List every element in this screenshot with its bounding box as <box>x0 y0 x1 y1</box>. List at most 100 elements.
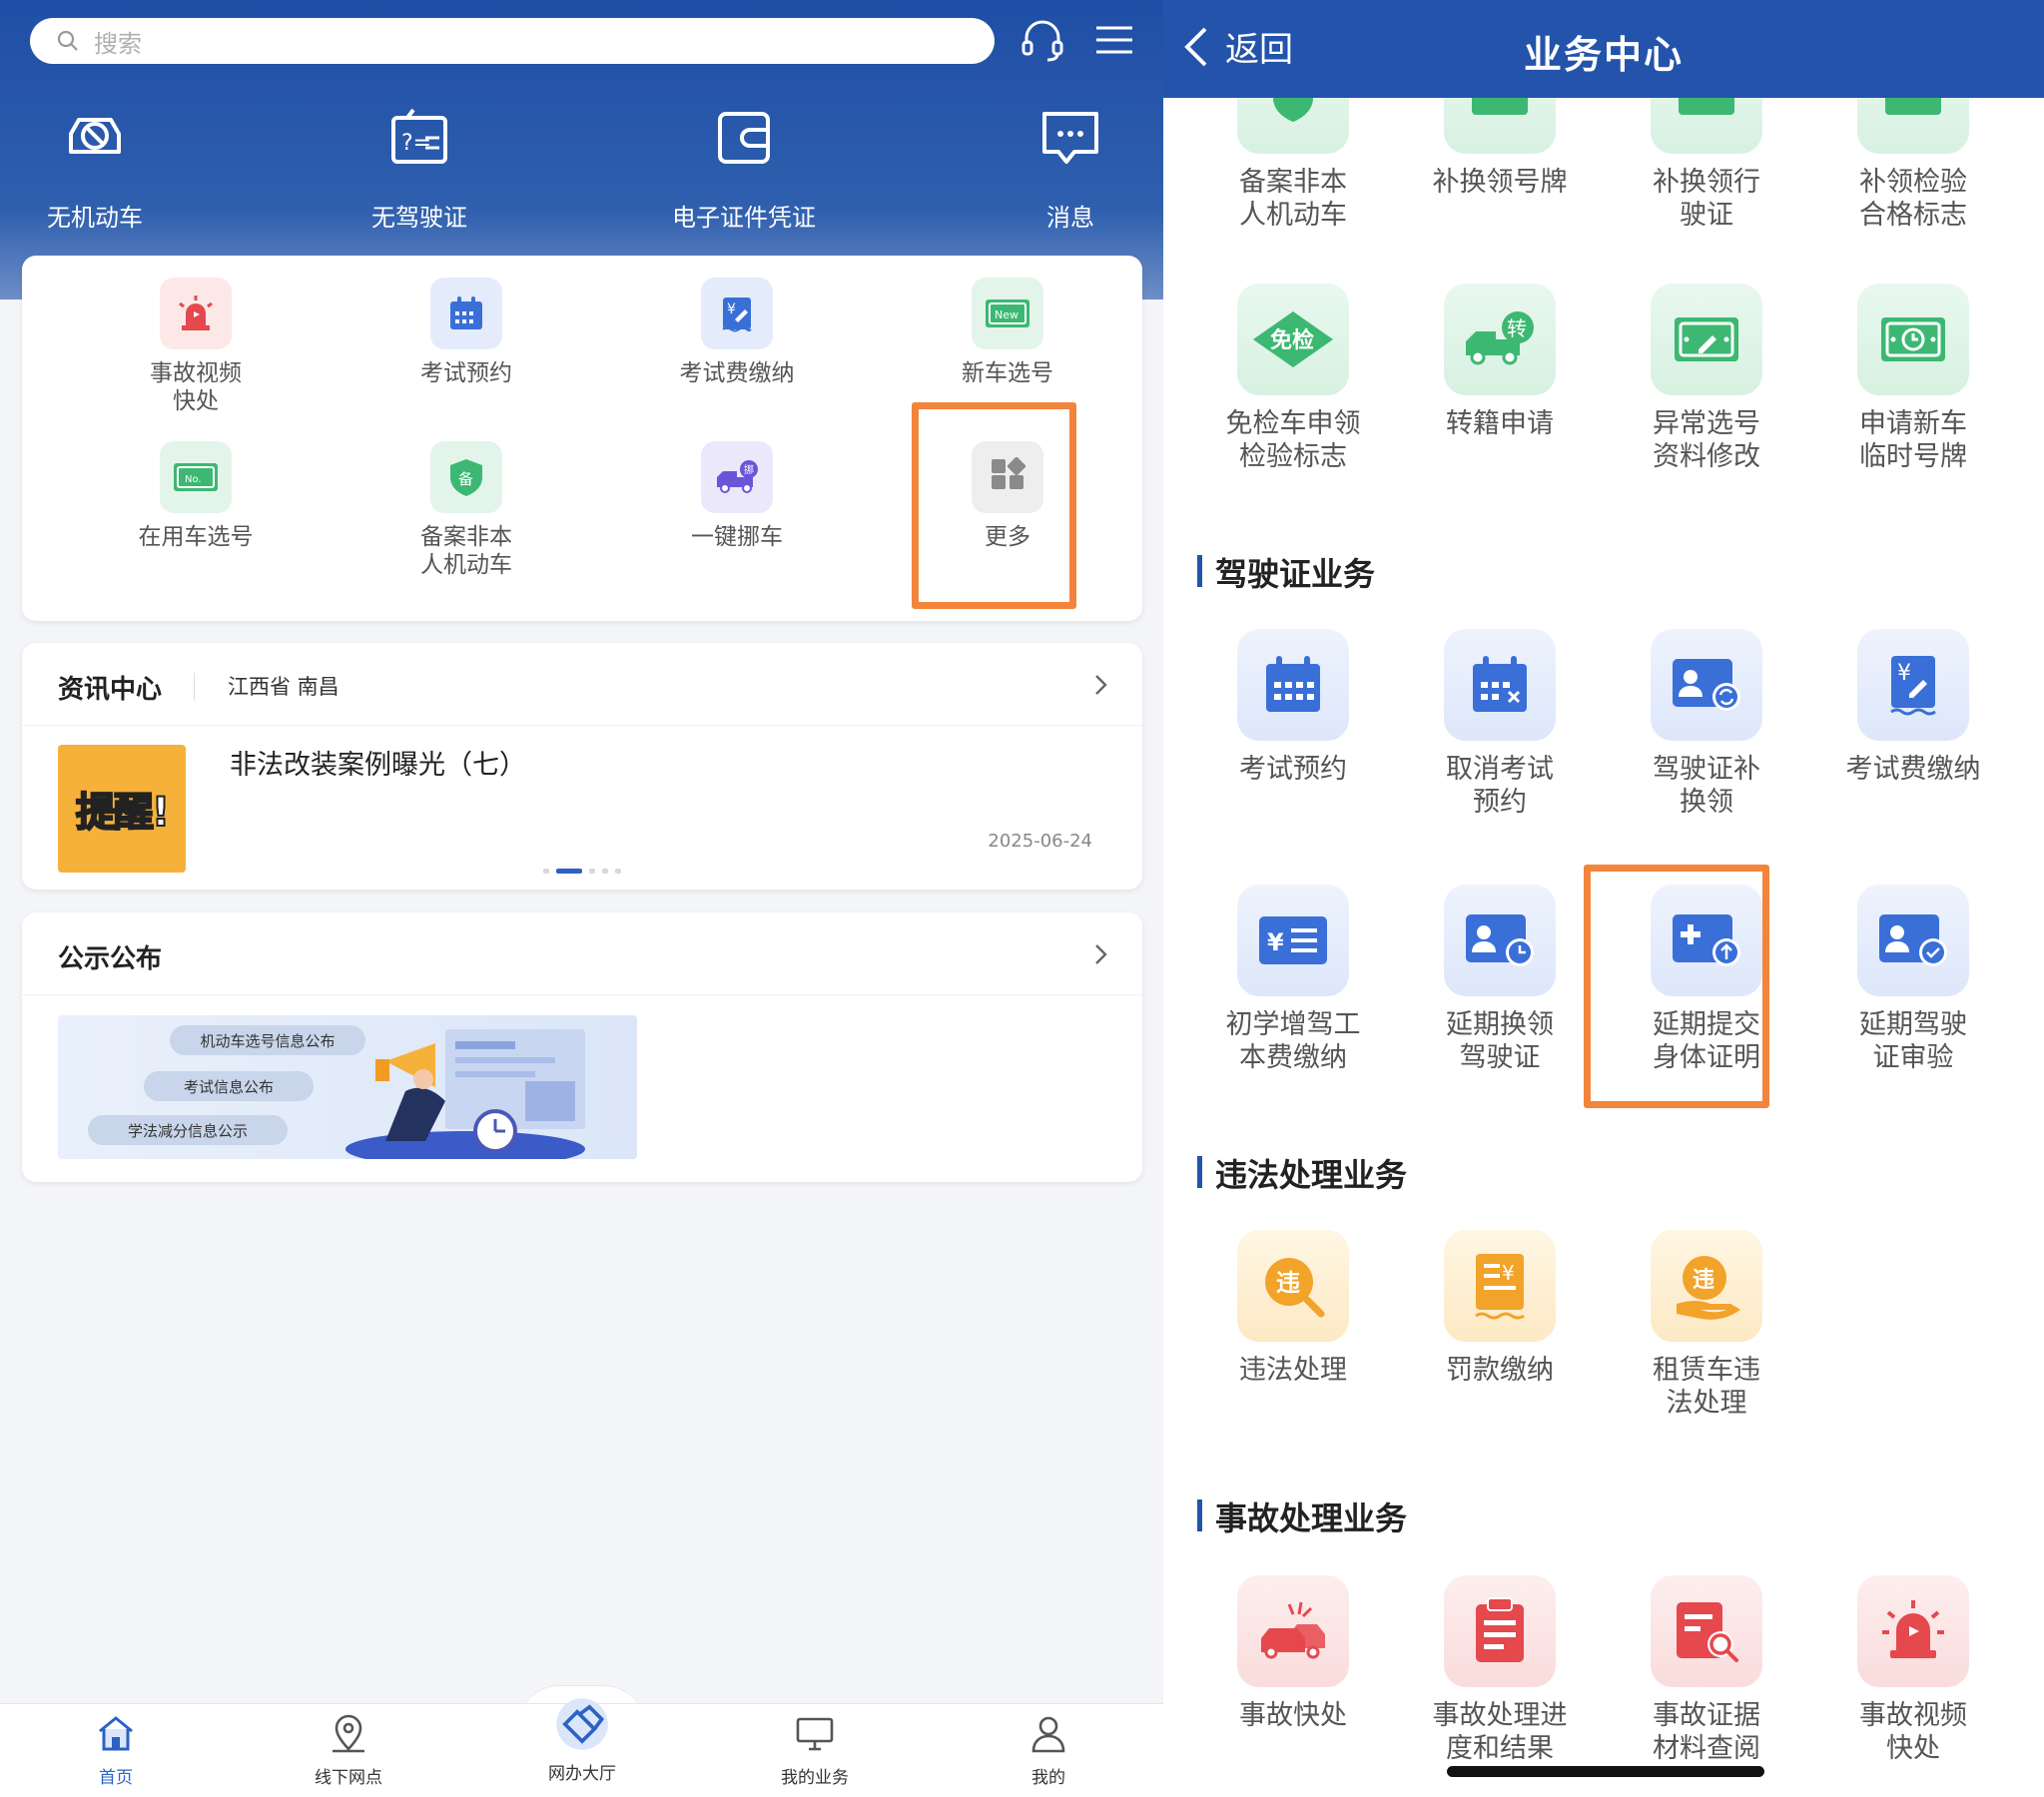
divider <box>22 725 1142 726</box>
quick-label: 无机动车 <box>47 204 143 232</box>
license-off-icon: ?= <box>391 108 447 164</box>
chevron-right-icon[interactable] <box>1088 673 1112 697</box>
calendar-icon <box>1237 629 1349 741</box>
svg-text:No.: No. <box>185 474 202 485</box>
clipboard-icon <box>1444 1575 1556 1687</box>
quick-label: 无驾驶证 <box>371 204 467 232</box>
monitor-icon <box>796 1717 834 1751</box>
service-delay-license-review[interactable]: 延期驾驶 证审验 <box>1813 885 2013 1074</box>
calendar-cancel-icon <box>1444 629 1556 741</box>
service-exam-fee[interactable]: ¥ 考试费缴纳 <box>1813 629 2013 786</box>
nav-label: 首页 <box>99 1768 133 1788</box>
svg-text:¥: ¥ <box>1267 928 1284 956</box>
service-learner-fee[interactable]: ¥ 初学增驾工 本费缴纳 <box>1193 885 1393 1074</box>
news-thumbnail[interactable]: 提醒! <box>58 745 186 873</box>
service-accident-progress[interactable]: 事故处理进 度和结果 <box>1400 1575 1600 1765</box>
home-icon <box>99 1716 133 1751</box>
grid-new-car-plate[interactable]: New 新车选号 <box>898 278 1117 387</box>
page-title: 业务中心 <box>1523 33 1684 77</box>
chevron-right-icon[interactable] <box>1088 942 1112 966</box>
business-center-screen: 返回 业务中心 备案非本 人机动车 补换领号牌 补换领行 驶证 补领检验 合格标… <box>1163 0 2044 1797</box>
quick-label: 消息 <box>1046 204 1094 232</box>
fine-receipt-icon: ¥ <box>1444 1230 1556 1342</box>
notice-card[interactable]: 公示公布 机动车选号信息公布 考试信息公布 学法减分信息公示 <box>22 912 1142 1182</box>
grid-label: 备案非本 人机动车 <box>420 524 512 578</box>
menu-icon[interactable] <box>1088 14 1140 66</box>
grid-label: 考试费缴纳 <box>679 360 795 386</box>
news-center-card[interactable]: 资讯中心 江西省 南昌 提醒! 非法改装案例曝光（七） 2025-06-24 <box>22 643 1142 890</box>
nav-mine[interactable]: 我的 <box>979 1711 1118 1788</box>
shield-icon: 备 <box>430 441 502 513</box>
alarm-icon <box>160 278 232 349</box>
nav-label: 线下网点 <box>315 1768 382 1788</box>
svg-text:¥: ¥ <box>727 301 736 317</box>
quick-e-certificate[interactable]: 电子证件凭证 <box>634 100 854 233</box>
service-rental-violation[interactable]: 违 租赁车违 法处理 <box>1607 1230 1806 1420</box>
svg-text:转: 转 <box>1507 316 1527 340</box>
grid-exam-booking[interactable]: 考试预约 <box>356 278 576 387</box>
grid-register-vehicle[interactable]: 备 备案非本 人机动车 <box>356 441 576 579</box>
svg-text:挪: 挪 <box>744 463 754 476</box>
service-cancel-exam-booking[interactable]: 取消考试 预约 <box>1400 629 1600 819</box>
fee-icon: ¥ <box>701 278 773 349</box>
service-renew-license[interactable]: 延期换领 驾驶证 <box>1400 885 1600 1074</box>
notice-pill: 学法减分信息公示 <box>88 1115 288 1145</box>
service-exam-booking[interactable]: 考试预约 <box>1193 629 1393 786</box>
notice-banner[interactable]: 机动车选号信息公布 考试信息公布 学法减分信息公示 <box>58 1015 637 1159</box>
transfer-truck-icon: 转 <box>1444 284 1556 395</box>
tow-truck-icon: 挪 <box>701 441 773 513</box>
notice-title: 公示公布 <box>58 944 163 974</box>
nav-home[interactable]: 首页 <box>46 1711 186 1788</box>
news-date: 2025-06-24 <box>988 831 1092 852</box>
quick-no-license[interactable]: ?= 无驾驶证 <box>310 100 529 233</box>
nav-my-business[interactable]: 我的业务 <box>745 1711 885 1788</box>
business-center-header: 返回 业务中心 <box>1163 0 2044 98</box>
grid-used-car-plate[interactable]: No. 在用车选号 <box>86 441 306 551</box>
message-icon <box>1042 112 1098 164</box>
announcement-illustration <box>345 1029 585 1159</box>
service-accident-video[interactable]: 事故视频 快处 <box>1813 1575 2013 1765</box>
new-plate-icon: New <box>972 278 1043 349</box>
home-header: 搜索 无机动车 ?= 无驾驶证 电子证件凭证 消息 <box>0 0 1163 300</box>
search-input[interactable]: 搜索 <box>30 18 995 64</box>
handshake-icon <box>556 1698 608 1750</box>
grid-exam-fee[interactable]: ¥ 考试费缴纳 <box>627 278 847 387</box>
grid-label: 新车选号 <box>962 360 1053 386</box>
svg-text:?=: ?= <box>401 131 431 156</box>
more-highlight-box <box>912 402 1076 609</box>
document-search-icon <box>1651 1575 1762 1687</box>
news-location[interactable]: 江西省 南昌 <box>228 671 340 701</box>
grid-move-car[interactable]: 挪 一键挪车 <box>627 441 847 551</box>
service-license-replace[interactable]: 驾驶证补 换领 <box>1607 629 1806 819</box>
carousel-indicator <box>543 869 621 874</box>
nav-offline-outlets[interactable]: 线下网点 <box>279 1711 418 1788</box>
service-exempt-inspection[interactable]: 免检 免检车申领 检验标志 <box>1193 284 1393 473</box>
edit-plate-icon <box>1651 284 1762 395</box>
divider <box>22 994 1142 995</box>
service-accident-evidence[interactable]: 事故证据 材料查阅 <box>1607 1575 1806 1765</box>
search-placeholder: 搜索 <box>94 29 142 58</box>
service-accident-quick[interactable]: 事故快处 <box>1193 1575 1393 1732</box>
id-card-check-icon <box>1857 885 1969 996</box>
nav-online-hall[interactable]: 网办大厅 <box>512 1698 652 1784</box>
grid-label: 事故视频 快处 <box>150 360 242 414</box>
notice-pill: 考试信息公布 <box>144 1071 314 1101</box>
search-icon <box>57 30 78 51</box>
svg-text:New: New <box>995 308 1019 321</box>
svg-text:¥: ¥ <box>1502 1261 1515 1285</box>
svg-text:违: 违 <box>1693 1267 1714 1293</box>
service-violation-handling[interactable]: 违 违法处理 <box>1193 1230 1393 1387</box>
quick-messages[interactable]: 消息 <box>961 100 1163 233</box>
service-temporary-plate[interactable]: 申请新车 临时号牌 <box>1813 284 2013 473</box>
quick-no-vehicle[interactable]: 无机动车 <box>0 100 205 233</box>
headset-icon[interactable] <box>1017 14 1068 66</box>
alarm-icon <box>1857 1575 1969 1687</box>
grid-label: 考试预约 <box>420 360 512 386</box>
service-fine-payment[interactable]: ¥ 罚款缴纳 <box>1400 1230 1600 1387</box>
service-transfer[interactable]: 转 转籍申请 <box>1400 284 1600 440</box>
svg-text:免检: 免检 <box>1270 327 1314 353</box>
grid-accident-video[interactable]: 事故视频 快处 <box>86 278 306 415</box>
news-headline[interactable]: 非法改装案例曝光（七） <box>230 743 526 782</box>
service-abnormal-plate-edit[interactable]: 异常选号 资料修改 <box>1607 284 1806 473</box>
fee-icon: ¥ <box>1857 629 1969 741</box>
